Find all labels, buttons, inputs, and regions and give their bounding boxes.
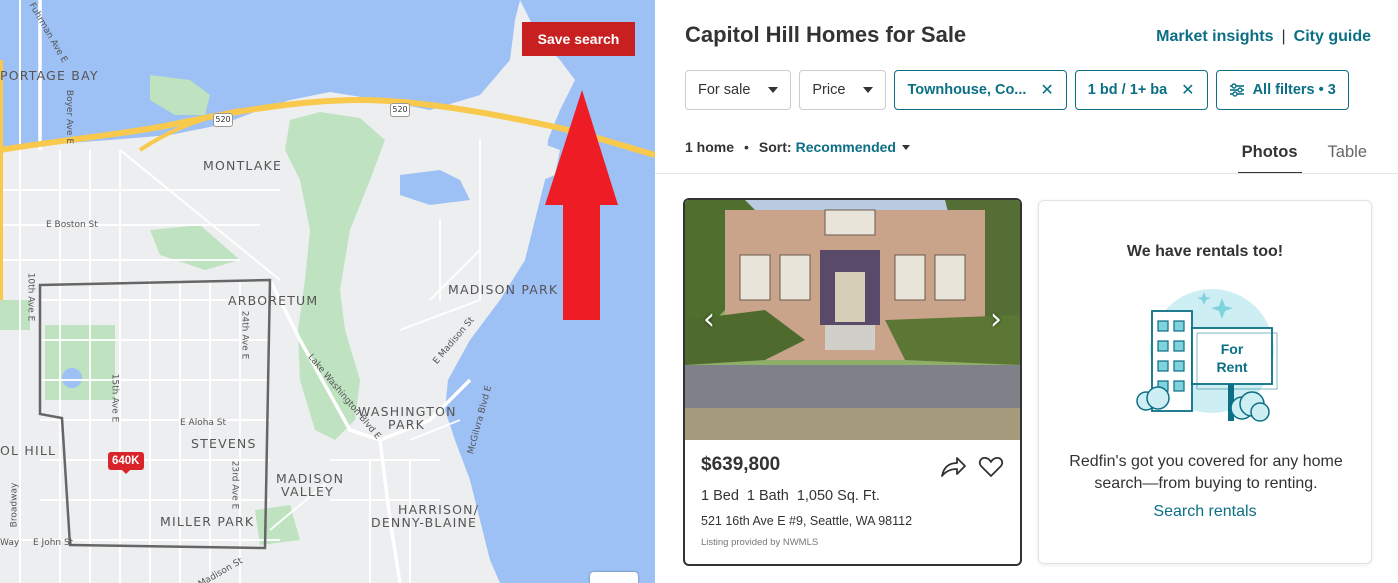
beds-baths-label: 1 bd / 1+ ba — [1087, 82, 1168, 98]
chevron-down-icon — [863, 87, 874, 93]
street-label: 15th Ave E — [109, 373, 120, 423]
listing-provider: Listing provided by NWMLS — [701, 537, 819, 548]
street-label: E Aloha St — [180, 418, 227, 428]
search-rentals-link[interactable]: Search rentals — [1039, 503, 1371, 521]
tab-photos[interactable]: Photos — [1237, 143, 1302, 174]
all-filters-label: All filters • 3 — [1252, 82, 1336, 98]
sort-label: Sort: — [758, 139, 792, 155]
listing-sqft: 1,050 Sq. Ft. — [796, 488, 880, 504]
listing-actions — [940, 456, 1004, 478]
neighborhood-label: OL HILL — [0, 443, 57, 458]
neighborhood-label: MADISON PARK — [448, 282, 559, 297]
tab-table[interactable]: Table — [1324, 143, 1371, 174]
close-icon[interactable]: ✕ — [1040, 80, 1053, 100]
all-filters-button[interactable]: All filters • 3 — [1215, 70, 1349, 110]
price-label: Price — [812, 82, 846, 98]
neighborhood-label: VALLEY — [281, 484, 334, 499]
listing-card[interactable]: ‹ › $639,800 1 Bed 1 Bath 1,050 Sq. Ft. — [683, 198, 1022, 566]
chevron-left-icon[interactable]: ‹ — [703, 305, 715, 335]
sign-text-line2: Rent — [1216, 359, 1247, 375]
rentals-promo-card: We have rentals too! For Rent Redfin's g… — [1038, 200, 1372, 564]
listing-details: $639,800 1 Bed 1 Bath 1,050 Sq. Ft. 521 … — [685, 440, 1020, 562]
volunteer-park — [45, 325, 115, 400]
results-panel: Capitol Hill Homes for Sale Market insig… — [655, 0, 1398, 583]
highway-shield: 520 — [213, 113, 233, 127]
map[interactable]: 520 520 PORTAGE BAY MONTLAKE ARBORETUM M… — [0, 0, 655, 583]
street-label: 24th Ave E — [239, 310, 250, 360]
listing-address: 521 16th Ave E #9, Seattle, WA 98112 — [701, 514, 913, 528]
sort-dropdown[interactable]: Recommended — [796, 139, 896, 155]
filter-bar: For sale Price Townhouse, Co... ✕ 1 bd /… — [685, 70, 1349, 110]
chevron-down-icon[interactable] — [901, 144, 910, 150]
listing-photo-image — [685, 200, 1020, 440]
street-label: Boyer Ave E — [64, 89, 75, 145]
street-label: Broadway — [9, 482, 20, 528]
listing-stats: 1 Bed 1 Bath 1,050 Sq. Ft. — [701, 488, 1004, 504]
view-tabs: Photos Table — [1237, 143, 1371, 174]
neighborhood-label: STEVENS — [191, 436, 257, 451]
neighborhood-label: MONTLAKE — [203, 158, 283, 173]
page-title: Capitol Hill Homes for Sale — [685, 22, 967, 47]
results-meta: 1 home • Sort: Recommended — [685, 139, 910, 155]
meta-separator: • — [744, 139, 749, 155]
sign-text-line1: For — [1221, 341, 1244, 357]
divider — [655, 173, 1398, 174]
neighborhood-label: MILLER PARK — [160, 514, 255, 529]
link-separator: | — [1281, 28, 1286, 45]
rentals-description: Redfin's got you covered for any home se… — [1069, 453, 1343, 492]
close-icon[interactable]: ✕ — [1181, 80, 1194, 100]
save-search-button[interactable]: Save search — [522, 22, 635, 56]
beds-baths-filter[interactable]: 1 bd / 1+ ba ✕ — [1074, 70, 1208, 110]
street-label: E Boston St — [46, 220, 98, 230]
street-label: 10th Ave E — [25, 272, 36, 322]
listing-beds: 1 Bed — [701, 488, 739, 504]
for-rent-illustration: For Rent — [1136, 289, 1278, 422]
city-guide-link[interactable]: City guide — [1294, 28, 1371, 46]
home-type-label: Townhouse, Co... — [907, 82, 1027, 98]
sliders-icon — [1229, 83, 1244, 97]
rentals-title: We have rentals too! — [1126, 243, 1284, 260]
chevron-right-icon[interactable]: › — [990, 305, 1002, 335]
neighborhood-label: ARBORETUM — [228, 293, 319, 308]
chevron-down-icon — [768, 87, 779, 93]
neighborhood-label: PORTAGE BAY — [0, 68, 99, 83]
for-sale-dropdown[interactable]: For sale — [685, 70, 792, 110]
home-type-filter[interactable]: Townhouse, Co... ✕ — [894, 70, 1067, 110]
street-label: Way — [0, 538, 20, 548]
market-insights-link[interactable]: Market insights — [1156, 28, 1273, 46]
price-pin[interactable]: 640K — [108, 452, 144, 474]
for-sale-label: For sale — [698, 82, 751, 98]
result-count: 1 home — [685, 139, 735, 155]
street-label: 23rd Ave E — [229, 460, 240, 510]
highway-shield: 520 — [390, 103, 410, 117]
neighborhood-label: DENNY-BLAINE — [371, 515, 478, 530]
map-scale-control[interactable] — [590, 572, 638, 583]
listing-photo[interactable]: ‹ › — [685, 200, 1020, 440]
heart-icon[interactable] — [978, 456, 1004, 478]
listing-baths: 1 Bath — [746, 488, 789, 504]
app-root: 520 520 PORTAGE BAY MONTLAKE ARBORETUM M… — [0, 0, 1398, 583]
share-icon[interactable] — [940, 456, 966, 478]
street-label: E John St — [33, 538, 74, 548]
header-links: Market insights | City guide — [1156, 28, 1371, 46]
price-dropdown[interactable]: Price — [799, 70, 887, 110]
neighborhood-label: PARK — [388, 417, 425, 432]
